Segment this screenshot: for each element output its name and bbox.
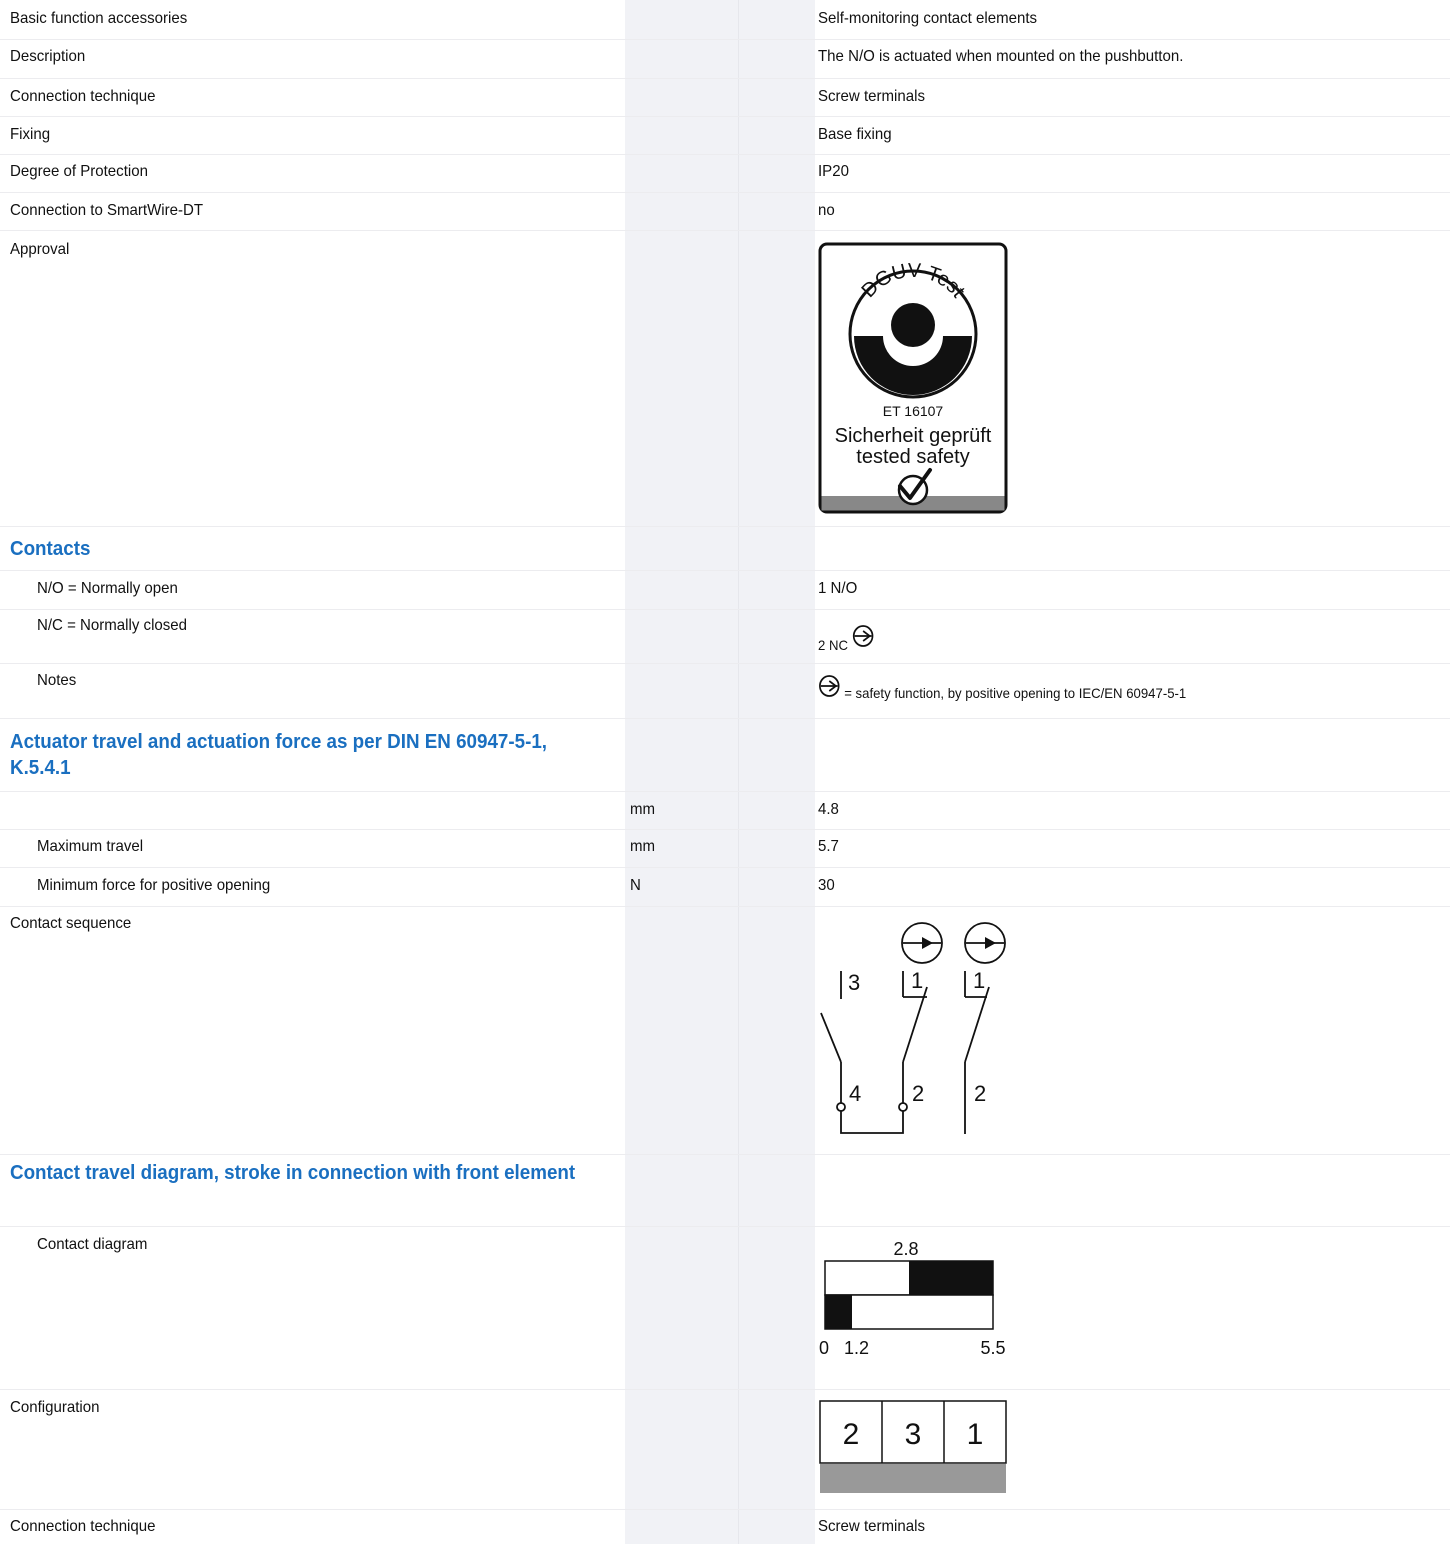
positive-opening-icon [852,625,874,647]
row-no: N/O = Normally open 1 N/O [0,571,1450,610]
min-force-label: Minimum force for positive opening [37,877,271,894]
row-description: Description The N/O is actuated when mou… [0,40,1450,79]
max-travel-value: 5.7 [818,838,839,855]
notes-value-text: = safety function, by positive opening t… [844,684,1187,701]
row-smartwire: Connection to SmartWire-DT no [0,193,1450,231]
description-value: The N/O is actuated when mounted on the … [818,48,1184,65]
degree-of-protection-label: Degree of Protection [10,163,148,180]
terminal-3: 3 [848,970,860,995]
row-fixing: Fixing Base fixing [0,117,1450,155]
row-min-force: Minimum force for positive opening N 30 [0,868,1450,907]
row-contact-diagram: Contact diagram 2.8 0 1.2 5.5 [0,1227,1450,1390]
max-travel-unit: mm [630,838,656,855]
description-label: Description [10,48,86,65]
badge-dot [891,303,935,347]
terminal-nc1-bottom: 2 [912,1081,924,1106]
configuration-label: Configuration [10,1399,100,1416]
travel-mark-end: 5.5 [980,1338,1005,1358]
row-basic-function: Basic function accessories Self-monitori… [0,0,1450,40]
positive-opening-icon [819,675,840,697]
degree-of-protection-value: IP20 [818,163,849,180]
datasheet-table: Basic function accessories Self-monitori… [0,0,1450,1544]
nc-value-text: 2 NC [818,636,848,653]
travel-unit: mm [630,801,656,818]
contact-sequence-diagram: 3 4 1 2 1 2 [820,922,1006,1134]
configuration-cell-1: 2 [843,1418,860,1451]
actuator-heading: Actuator travel and actuation force as p… [10,731,548,779]
approval-label: Approval [10,241,70,258]
smartwire-label: Connection to SmartWire-DT [10,202,204,219]
travel-mark-left: 1.2 [844,1338,869,1358]
row-connection-technique: Connection technique Screw terminals [0,79,1450,117]
section-travel-diagram: Contact travel diagram, stroke in connec… [0,1155,1450,1227]
no-value: 1 N/O [818,580,858,597]
no-label: N/O = Normally open [37,580,178,597]
row-connection-technique-2: Connection technique Screw terminals [0,1510,1450,1544]
configuration-base [820,1464,1006,1493]
min-force-unit: N [630,877,641,894]
travel-value: 4.8 [818,801,839,818]
row-contact-sequence: Contact sequence 3 4 1 2 1 2 [0,907,1450,1155]
badge-line2: tested safety [856,446,969,468]
section-contacts: Contacts [0,527,1450,571]
fixing-label: Fixing [10,126,51,143]
nc-travel-closed [825,1295,852,1329]
travel-mark-top: 2.8 [893,1239,918,1259]
terminal-nc1-top: 1 [911,968,923,993]
notes-label: Notes [37,672,77,689]
contact-sequence-label: Contact sequence [10,915,132,932]
row-configuration: Configuration 2 3 1 [0,1390,1450,1510]
basic-function-label: Basic function accessories [10,10,188,27]
no-travel-closed [909,1261,993,1295]
contact-travel-chart: 2.8 0 1.2 5.5 [819,1239,1006,1358]
connection-technique-2-value: Screw terminals [818,1518,925,1535]
max-travel-label: Maximum travel [37,838,144,855]
row-max-travel: Maximum travel mm 5.7 [0,830,1450,868]
badge-line1: Sicherheit geprüft [835,425,992,447]
travel-mark-zero: 0 [819,1338,829,1358]
terminal-4: 4 [849,1081,861,1106]
row-notes: Notes = safety function, by positive ope… [0,664,1450,719]
configuration-cell-2: 3 [905,1418,922,1451]
notes-value: = safety function, by positive opening t… [818,674,1187,701]
travel-diagram-heading: Contact travel diagram, stroke in connec… [10,1162,576,1184]
smartwire-value: no [818,202,835,219]
connection-technique-2-label: Connection technique [10,1518,156,1535]
row-travel: mm 4.8 [0,792,1450,830]
contact-diagram-label: Contact diagram [37,1236,148,1253]
section-actuator: Actuator travel and actuation force as p… [0,719,1450,792]
basic-function-value: Self-monitoring contact elements [818,10,1038,27]
fixing-value: Base fixing [818,126,892,143]
min-force-value: 30 [818,877,835,894]
configuration-cell-3: 1 [967,1418,984,1451]
configuration-diagram: 2 3 1 [819,1400,1007,1493]
contacts-heading: Contacts [10,538,91,560]
connection-technique-label: Connection technique [10,88,156,105]
badge-number: ET 16107 [883,403,944,419]
connection-technique-value: Screw terminals [818,88,925,105]
row-degree-of-protection: Degree of Protection IP20 [0,155,1450,193]
dguv-test-badge: DGUV Test ET 16107 Sicherheit geprüft te… [818,242,1008,514]
terminal-nc2-bottom: 2 [974,1081,986,1106]
nc-label: N/C = Normally closed [37,617,188,634]
row-approval: Approval DGUV Test ET 16107 Sicherheit g… [0,231,1450,527]
row-nc: N/C = Normally closed 2 NC [0,610,1450,664]
nc-value: 2 NC [818,624,874,653]
terminal-nc2-top: 1 [973,968,985,993]
